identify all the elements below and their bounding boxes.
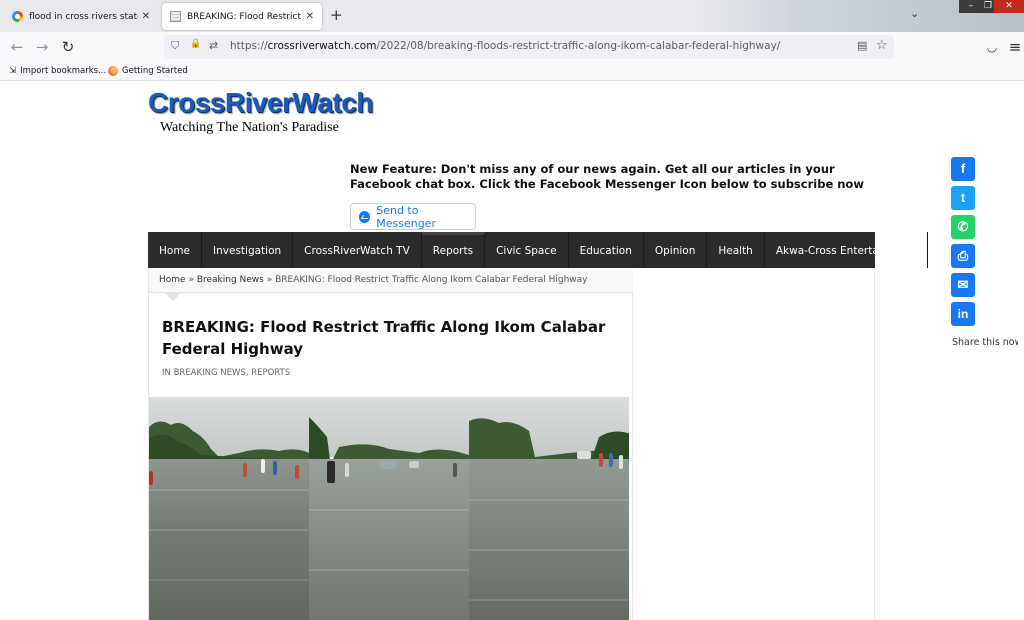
nav-item-reports[interactable]: Reports	[421, 232, 486, 268]
close-tab-icon[interactable]: ✕	[306, 11, 314, 22]
breadcrumb-separator: »	[263, 275, 276, 285]
forward-button[interactable]: →	[33, 38, 51, 56]
lock-icon[interactable]: 🔒	[190, 39, 201, 49]
breadcrumb-separator: »	[185, 275, 197, 285]
print-share-icon[interactable]: ⎙	[951, 244, 975, 268]
linkedin-share-icon[interactable]: in	[951, 302, 975, 326]
breadcrumb-pointer	[165, 293, 181, 301]
breadcrumb-home-link[interactable]: Home	[159, 275, 186, 285]
photo-panel	[149, 397, 309, 620]
tab-title: flood in cross rivers state 2022 - G	[29, 11, 138, 22]
back-button[interactable]: ←	[8, 38, 26, 56]
firefox-icon	[108, 66, 118, 76]
whatsapp-share-icon[interactable]: ✆	[951, 215, 975, 239]
url-text[interactable]: https://crossriverwatch.com/2022/08/brea…	[230, 40, 780, 52]
nav-item-investigation[interactable]: Investigation	[202, 232, 294, 268]
nav-item-education[interactable]: Education	[569, 232, 644, 268]
article-headline: BREAKING: Flood Restrict Traffic Along I…	[162, 318, 606, 358]
url-path: /2022/08/breaking-floods-restrict-traffi…	[376, 40, 781, 52]
photo-panel	[469, 397, 629, 620]
list-all-tabs-button[interactable]: ⌄	[910, 7, 919, 20]
tab-title: BREAKING: Flood Restrict Traffic	[187, 11, 302, 22]
article-categories: IN BREAKING NEWS, REPORTS	[162, 368, 290, 378]
photo-panel	[309, 397, 469, 620]
email-share-icon[interactable]: ✉	[951, 273, 975, 297]
content-area: Home » Breaking News » BREAKING: Flood R…	[148, 268, 875, 620]
article-flood-photo[interactable]	[149, 397, 633, 620]
nav-item-crossriverwatch-tv[interactable]: CrossRiverWatch TV	[293, 232, 422, 268]
bookmark-label: Import bookmarks...	[20, 66, 107, 76]
main-navigation: Home Investigation CrossRiverWatch TV Re…	[148, 232, 928, 268]
navigation-toolbar: ← → ↻ ⛉ 🔒 ⇄ https://crossriverwatch.com/…	[0, 32, 1024, 62]
article: Home » Breaking News » BREAKING: Flood R…	[149, 268, 633, 620]
menu-icon[interactable]: ≡	[1006, 38, 1024, 56]
reload-button[interactable]: ↻	[59, 38, 77, 56]
google-icon	[12, 11, 23, 22]
feature-notice: New Feature: Don't miss any of our news …	[350, 162, 864, 191]
address-bar[interactable]: ⛉ 🔒 ⇄ https://crossriverwatch.com/2022/0…	[164, 35, 894, 59]
url-host: crossriverwatch.com	[267, 40, 377, 52]
breadcrumb-current: BREAKING: Flood Restrict Traffic Along I…	[275, 275, 588, 285]
site-logo[interactable]: CrossRiverWatch	[148, 87, 373, 119]
tab-crossriverwatch[interactable]: BREAKING: Flood Restrict Traffic ✕	[162, 3, 322, 30]
share-label: Share this now	[952, 337, 1023, 348]
bookmark-import[interactable]: ⇲ Import bookmarks...	[9, 66, 106, 76]
bookmarks-toolbar: ⇲ Import bookmarks... Getting Started	[0, 62, 1024, 81]
breadcrumb: Home » Breaking News » BREAKING: Flood R…	[149, 268, 633, 293]
nav-item-health[interactable]: Health	[707, 232, 765, 268]
crossriverwatch-favicon-icon	[170, 11, 181, 22]
permissions-icon[interactable]: ⇄	[209, 39, 218, 52]
nav-item-akwa-cross-entertainment[interactable]: Akwa-Cross Entertainment	[765, 232, 928, 268]
bookmark-star-icon[interactable]: ☆	[876, 38, 888, 53]
categories-links[interactable]: BREAKING NEWS, REPORTS	[174, 368, 291, 378]
pocket-icon[interactable]: ◡	[983, 38, 1001, 56]
facebook-share-icon[interactable]: f	[951, 157, 975, 181]
window-close-button[interactable]: ✕	[994, 0, 1024, 13]
url-prefix: https://	[230, 40, 268, 52]
tracking-shield-icon[interactable]: ⛉	[171, 39, 179, 53]
twitter-share-icon[interactable]: t	[951, 186, 975, 210]
tab-google-search[interactable]: flood in cross rivers state 2022 - G ✕	[4, 3, 158, 30]
bookmark-getting-started[interactable]: Getting Started	[108, 66, 188, 76]
nav-item-civic-space[interactable]: Civic Space	[485, 232, 569, 268]
nav-item-home[interactable]: Home	[148, 232, 203, 268]
close-tab-icon[interactable]: ✕	[142, 11, 150, 22]
page-scrollbar[interactable]	[1018, 81, 1024, 620]
new-tab-button[interactable]: +	[330, 6, 343, 24]
send-to-messenger-button[interactable]: Send to Messenger	[350, 203, 476, 230]
bookmark-label: Getting Started	[122, 66, 188, 76]
tab-bar: flood in cross rivers state 2022 - G ✕ B…	[0, 0, 1024, 32]
categories-prefix: IN	[162, 368, 174, 378]
reader-view-icon[interactable]: ▤	[857, 39, 867, 52]
messenger-icon	[359, 210, 371, 223]
import-icon: ⇲	[9, 66, 17, 76]
web-page: CrossRiverWatch Watching The Nation's Pa…	[0, 81, 1024, 620]
nav-item-opinion[interactable]: Opinion	[644, 232, 708, 268]
messenger-button-label: Send to Messenger	[376, 203, 436, 230]
breadcrumb-section-link[interactable]: Breaking News	[197, 275, 264, 285]
site-tagline: Watching The Nation's Paradise	[160, 120, 339, 135]
